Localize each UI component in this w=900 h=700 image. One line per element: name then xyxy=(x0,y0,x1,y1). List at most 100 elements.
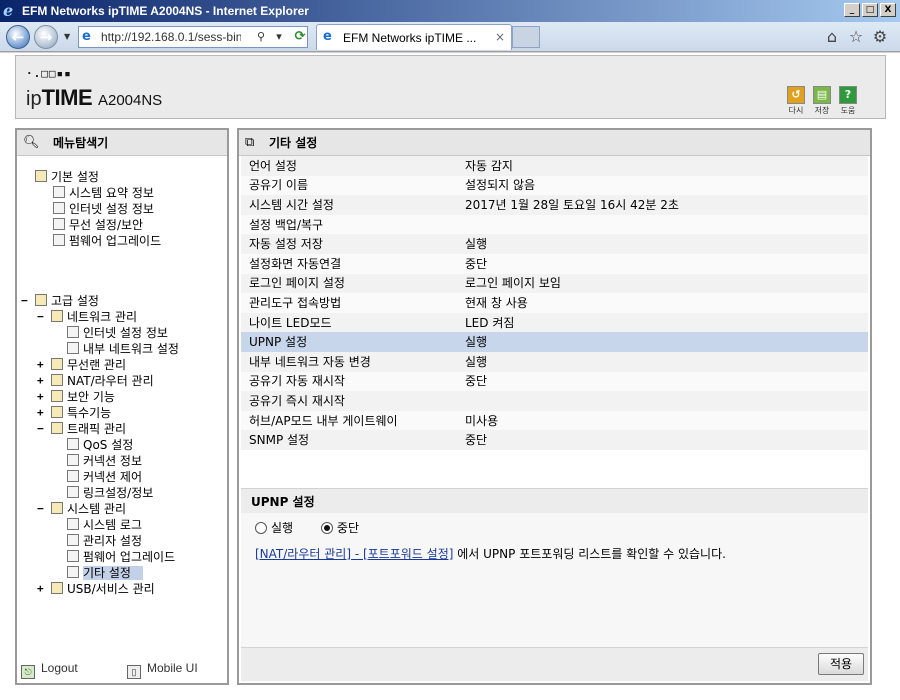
tree-item-qos[interactable]: QoS 설정 xyxy=(67,438,133,452)
expand-icon[interactable]: + xyxy=(37,374,44,388)
search-icon[interactable]: ⚲ xyxy=(253,29,269,45)
mobile-ui-link[interactable]: ▯ Mobile UI xyxy=(127,661,198,679)
settings-row[interactable]: 관리도구 접속방법 현재 창 사용 xyxy=(241,293,868,313)
upnp-disable-radio[interactable]: 중단 xyxy=(320,521,360,535)
address-url[interactable]: http://192.168.0.1/sess-bin xyxy=(101,30,241,44)
settings-row[interactable]: 공유기 자동 재시작 중단 xyxy=(241,371,868,392)
setting-name: SNMP 설정 xyxy=(241,430,457,450)
expand-icon[interactable]: + xyxy=(37,390,44,404)
page-header: ·.□□▪▪ ipTIME A2004NS ↺ 다시 ▤ 저장 ? 도움 xyxy=(15,55,886,119)
tree-system-management[interactable]: − 시스템 관리 xyxy=(37,502,126,516)
tree-item-connection-info[interactable]: 커넥션 정보 xyxy=(67,454,142,468)
settings-row[interactable]: 공유기 즉시 재시작 xyxy=(241,391,868,411)
settings-row[interactable]: 로그인 페이지 설정 로그인 페이지 보임 xyxy=(241,273,868,294)
expand-icon[interactable]: + xyxy=(37,358,44,372)
setting-value: 미사용 xyxy=(457,410,868,431)
refresh-icon[interactable]: ⟳ xyxy=(290,27,310,47)
upnp-disable-label: 중단 xyxy=(336,521,360,535)
tree-special[interactable]: + 특수기능 xyxy=(37,406,111,420)
tree-item-firmware-upgrade[interactable]: 펌웨어 업그레이드 xyxy=(67,550,175,564)
tree-item-connection-control[interactable]: 커넥션 제어 xyxy=(67,470,142,484)
settings-gear-icon[interactable]: ⚙ xyxy=(870,27,890,47)
tree-item-firmware[interactable]: 펌웨어 업그레이드 xyxy=(53,234,161,248)
setting-value: 중단 xyxy=(457,371,868,392)
logo-ip: ip xyxy=(26,88,42,110)
minimize-button[interactable]: _ xyxy=(844,3,860,17)
page-icon xyxy=(67,534,79,546)
settings-row[interactable]: 시스템 시간 설정 2017년 1월 28일 토요일 16시 42분 2초 xyxy=(241,195,868,215)
collapse-icon[interactable]: − xyxy=(37,502,44,516)
settings-row[interactable]: 공유기 이름 설정되지 않음 xyxy=(241,175,868,196)
firmware-icon xyxy=(53,234,65,246)
settings-row[interactable]: 설정 백업/복구 xyxy=(241,214,868,235)
tree-item-internet-info[interactable]: 인터넷 설정 정보 xyxy=(53,202,154,216)
tree-wireless-management[interactable]: + 무선랜 관리 xyxy=(37,358,126,372)
tree-item-label: 펌웨어 업그레이드 xyxy=(83,550,176,564)
address-dropdown-icon[interactable]: ▾ xyxy=(271,29,287,45)
page-icon xyxy=(67,486,79,498)
maximize-button[interactable]: □ xyxy=(862,3,878,17)
expand-icon[interactable]: + xyxy=(37,582,44,596)
collapse-icon[interactable]: − xyxy=(37,310,44,324)
home-icon[interactable]: ⌂ xyxy=(822,27,842,47)
address-bar[interactable]: e http://192.168.0.1/sess-bin ⚲ ▾ xyxy=(78,26,308,48)
upnp-enable-radio[interactable]: 실행 xyxy=(255,521,293,535)
settings-row[interactable]: 언어 설정 자동 감지 xyxy=(241,156,868,176)
collapse-icon[interactable]: − xyxy=(37,422,44,436)
tree-network-management[interactable]: − 네트워크 관리 xyxy=(37,310,137,324)
logout-link[interactable]: ⎋ Logout xyxy=(21,661,78,679)
tree-security[interactable]: + 보안 기능 xyxy=(37,390,115,404)
tree-item-label: 무선랜 관리 xyxy=(67,358,127,372)
upnp-note: [NAT/라우터 관리] - [포트포워드 설정] 에서 UPNP 포트포워딩 … xyxy=(255,547,726,561)
forward-arrow-icon[interactable]: → xyxy=(34,25,58,49)
favorites-star-icon[interactable]: ☆ xyxy=(846,27,866,47)
browser-tab[interactable]: e EFM Networks ipTIME ... × xyxy=(316,24,512,50)
tree-item-wireless[interactable]: 무선 설정/보안 xyxy=(53,218,143,232)
tree-item-link-setup[interactable]: 링크설정/정보 xyxy=(67,486,153,500)
back-arrow-icon[interactable]: ← xyxy=(6,25,30,49)
tree-item-system-summary[interactable]: 시스템 요약 정보 xyxy=(53,186,154,200)
page-icon xyxy=(67,566,79,578)
settings-title: 기타 설정 xyxy=(269,136,318,150)
tree-item-lan-setup[interactable]: 내부 네트워크 설정 xyxy=(67,342,179,356)
save-button[interactable]: ▤ 저장 xyxy=(810,86,834,116)
menu-navigator-header: 🔍︎ 메뉴탐색기 xyxy=(17,130,227,156)
help-button[interactable]: ? 도움 xyxy=(836,86,860,116)
settings-row[interactable]: 허브/AP모드 내부 게이트웨이 미사용 xyxy=(241,410,868,431)
tab-close-icon[interactable]: × xyxy=(495,30,505,44)
tree-item-system-log[interactable]: 시스템 로그 xyxy=(67,518,142,532)
folder-icon xyxy=(35,294,47,306)
tree-item-internet-setup[interactable]: 인터넷 설정 정보 xyxy=(67,326,168,340)
tree-advanced-settings[interactable]: − 고급 설정 xyxy=(21,294,99,308)
expand-icon[interactable]: + xyxy=(37,406,44,420)
history-dropdown-icon[interactable]: ▼ xyxy=(64,32,70,41)
port-forward-link[interactable]: [NAT/라우터 관리] - [포트포워드 설정] xyxy=(255,547,453,561)
settings-row[interactable]: 설정화면 자동연결 중단 xyxy=(241,253,868,274)
window-title-bar[interactable]: e EFM Networks ipTIME A2004NS - Internet… xyxy=(0,0,900,22)
reload-button[interactable]: ↺ 다시 xyxy=(784,86,808,116)
tree-nat-router[interactable]: + NAT/라우터 관리 xyxy=(37,374,154,388)
new-tab-button[interactable] xyxy=(512,26,540,48)
settings-row[interactable]: 자동 설정 저장 실행 xyxy=(241,234,868,254)
tree-item-label: 보안 기능 xyxy=(67,390,115,404)
tree-basic-settings[interactable]: 기본 설정 xyxy=(35,170,99,184)
collapse-icon[interactable]: − xyxy=(21,294,28,308)
close-button[interactable]: X xyxy=(880,3,896,17)
settings-row[interactable]: 내부 네트워크 자동 변경 실행 xyxy=(241,351,868,372)
tree-traffic[interactable]: − 트래픽 관리 xyxy=(37,422,126,436)
tree-basic-label: 기본 설정 xyxy=(51,170,99,184)
system-icon xyxy=(51,502,63,514)
apply-button[interactable]: 적용 xyxy=(818,653,864,675)
menu-navigator-panel: 🔍︎ 메뉴탐색기 기본 설정 시스템 요약 정보 인터넷 설정 정보 무선 설정… xyxy=(15,128,229,685)
tree-item-misc-settings[interactable]: 기타 설정 xyxy=(67,566,143,580)
settings-row[interactable]: SNMP 설정 중단 xyxy=(241,430,868,450)
tree-item-admin-setup[interactable]: 관리자 설정 xyxy=(67,534,142,548)
settings-row[interactable]: UPNP 설정 실행 xyxy=(241,332,868,352)
mobile-icon: ▯ xyxy=(127,665,141,679)
traffic-icon xyxy=(51,422,63,434)
tree-usb-service[interactable]: + USB/서비스 관리 xyxy=(37,582,155,596)
radio-unchecked-icon xyxy=(255,522,267,534)
help-label: 도움 xyxy=(840,106,856,115)
iptime-logo: ipTIME A2004NS xyxy=(26,86,162,113)
settings-row[interactable]: 나이트 LED모드 LED 켜짐 xyxy=(241,312,868,333)
